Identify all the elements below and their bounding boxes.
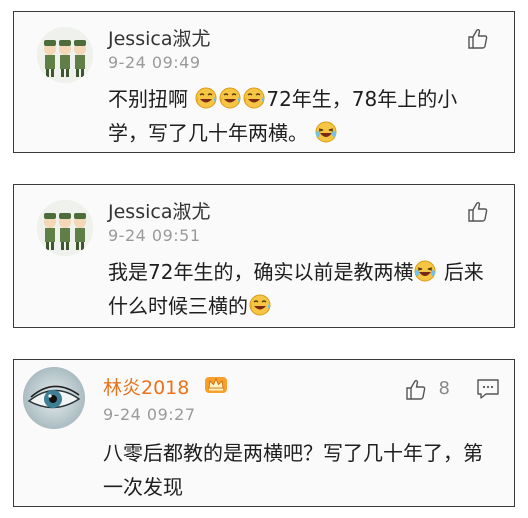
thumbs-up-icon[interactable] — [466, 200, 490, 224]
comment-text-part: 不别扭啊 — [108, 87, 188, 111]
avatar[interactable] — [37, 27, 93, 83]
username[interactable]: Jessica淑尤 — [108, 24, 210, 51]
timestamp: 9-24 09:27 — [103, 405, 196, 424]
username[interactable]: 林炎2018 — [103, 373, 189, 400]
avatar[interactable] — [37, 200, 93, 256]
vip-crown-icon — [205, 377, 227, 393]
comment-text: 八零后都教的是两横吧？写了几十年了，第一次发现 — [103, 441, 483, 499]
comment-text: 我是72年生的，确实以前是教两横 后来什么时候三横的 — [108, 255, 488, 323]
username[interactable]: Jessica淑尤 — [108, 197, 210, 224]
laugh-cry-emoji-icon — [219, 87, 241, 109]
laugh-cry-emoji-icon — [195, 87, 217, 109]
tears-of-joy-emoji-icon — [315, 121, 337, 143]
avatar[interactable] — [23, 367, 85, 429]
comment-icon[interactable] — [476, 378, 500, 400]
timestamp: 9-24 09:49 — [108, 53, 201, 72]
eye-avatar-icon — [23, 367, 85, 429]
thumbs-up-icon[interactable] — [466, 27, 490, 51]
comment-card: Jessica淑尤 9-24 09:51 我是72年生的，确实以前是教两横 后来… — [13, 184, 515, 328]
soldiers-avatar-icon — [37, 27, 93, 83]
comment-text: 不别扭啊 72年生，78年上的小学，写了几十年两横。 — [108, 82, 488, 150]
laugh-cry-emoji-icon — [243, 87, 265, 109]
timestamp: 9-24 09:51 — [108, 226, 201, 245]
tears-of-joy-emoji-icon — [414, 260, 436, 282]
comment-text-part: 我是72年生的，确实以前是教两横 — [108, 260, 414, 284]
thumbs-up-icon[interactable] — [404, 378, 428, 402]
comment-card: Jessica淑尤 9-24 09:49 不别扭啊 72年生，78年上的小学，写… — [13, 11, 515, 153]
soldiers-avatar-icon — [37, 200, 93, 256]
like-count: 8 — [438, 378, 450, 399]
comment-card: 林炎2018 9-24 09:27 八零后都教的是两横吧？写了几十年了，第一次发… — [13, 359, 515, 507]
laugh-cry-emoji-icon — [249, 294, 271, 316]
